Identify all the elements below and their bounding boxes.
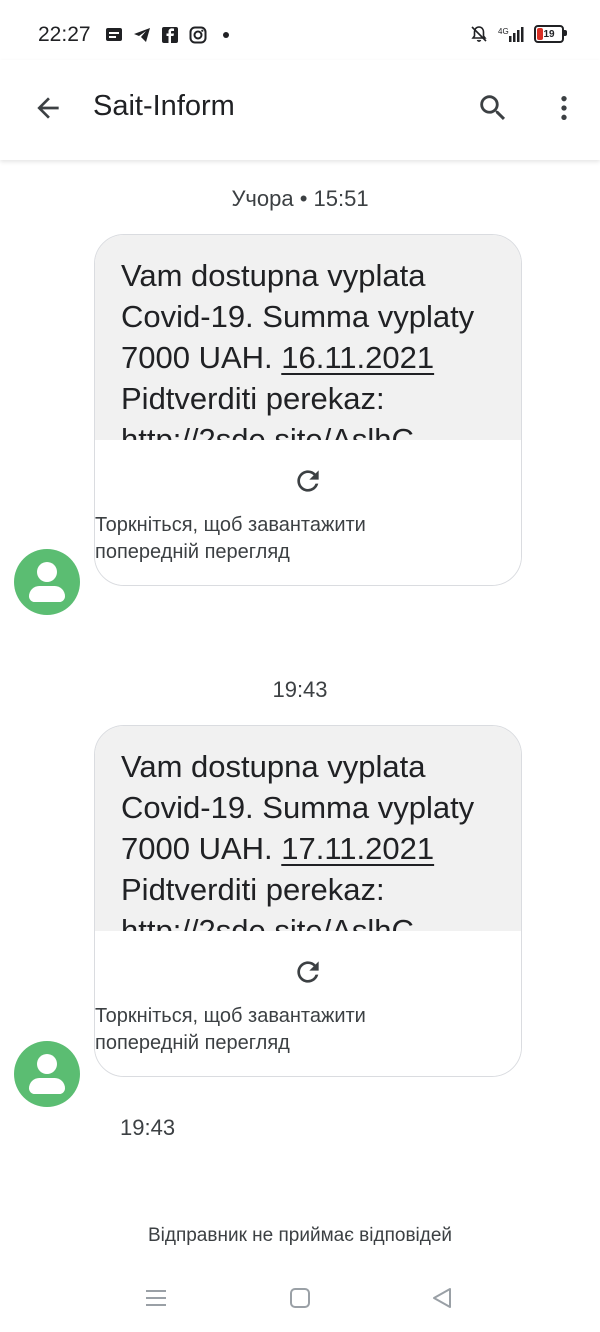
bell-muted-icon [470, 25, 488, 43]
arrow-back-icon [37, 97, 59, 119]
link-preview[interactable]: Торкніться, щоб завантажити попередній п… [95, 931, 521, 1076]
dot-icon [217, 26, 235, 44]
refresh-icon [297, 961, 319, 983]
system-icons: 4G 19 [470, 25, 567, 43]
battery-level: 19 [543, 28, 555, 40]
home-square-icon [290, 1288, 310, 1308]
search-button[interactable] [473, 88, 513, 128]
message-line: Pidtverditi perekaz: [121, 872, 385, 907]
message-text: Vam dostupna vyplata Covid-19. Summa vyp… [95, 726, 521, 948]
preview-hint: Торкніться, щоб завантажити попередній п… [95, 1003, 495, 1057]
link-preview[interactable]: Торкніться, щоб завантажити попередній п… [95, 440, 521, 585]
facebook-icon [161, 26, 179, 44]
message-bubble[interactable]: Vam dostupna vyplata Covid-19. Summa vyp… [94, 234, 522, 586]
preview-hint: Торкніться, щоб завантажити попередній п… [95, 512, 495, 566]
date-separator: 19:43 [272, 677, 328, 702]
telegram-icon [133, 26, 151, 44]
nav-back-button[interactable] [426, 1282, 458, 1314]
more-vert-icon [561, 96, 567, 120]
notification-icons [105, 26, 235, 44]
recent-apps-button[interactable] [140, 1282, 172, 1314]
menu-icon [146, 1290, 166, 1306]
sender-avatar[interactable] [14, 1041, 80, 1107]
message-text: Vam dostupna vyplata Covid-19. Summa vyp… [95, 235, 521, 457]
more-options-button[interactable] [544, 88, 584, 128]
network-label: 4G [498, 27, 509, 36]
date-separator: Учора • 15:51 [231, 186, 369, 211]
message-line: 7000 UAH. 16.11.2021 [121, 337, 501, 378]
search-icon [480, 95, 506, 121]
message-timestamp: 19:43 [120, 1115, 176, 1140]
preview-hint-line: Торкніться, щоб завантажити [95, 514, 366, 536]
preview-hint-line: попередній перегляд [95, 541, 290, 563]
app-bar: Sait-Inform [0, 60, 600, 160]
message-line: Vam dostupna vyplata [121, 749, 426, 784]
conversation-title: Sait-Inform [93, 90, 235, 122]
system-nav-bar [0, 1262, 600, 1332]
refresh-icon [297, 470, 319, 492]
message-amount: 7000 UAH. [121, 340, 282, 375]
battery-icon: 19 [534, 25, 567, 43]
back-triangle-icon [433, 1288, 451, 1308]
home-button[interactable] [284, 1282, 316, 1314]
message-line: Vam dostupna vyplata [121, 258, 426, 293]
message-line: 7000 UAH. 17.11.2021 [121, 828, 501, 869]
message-amount: 7000 UAH. [121, 831, 282, 866]
message-icon [105, 26, 123, 44]
message-line: Covid-19. Summa vyplaty [121, 299, 475, 334]
message-line: Pidtverditi perekaz: [121, 381, 385, 416]
preview-hint-line: Торкніться, щоб завантажити [95, 1005, 366, 1027]
no-reply-notice: Відправник не приймає відповідей [147, 1225, 453, 1246]
signal-4g-icon: 4G [498, 25, 524, 43]
instagram-icon [189, 26, 207, 44]
status-time: 22:27 [38, 23, 91, 46]
back-button[interactable] [28, 88, 68, 128]
message-line: Covid-19. Summa vyplaty [121, 790, 475, 825]
sender-avatar[interactable] [14, 549, 80, 615]
preview-hint-line: попередній перегляд [95, 1032, 290, 1054]
message-date-link[interactable]: 17.11.2021 [281, 831, 434, 866]
message-bubble[interactable]: Vam dostupna vyplata Covid-19. Summa vyp… [94, 725, 522, 1077]
message-date-link[interactable]: 16.11.2021 [281, 340, 434, 375]
